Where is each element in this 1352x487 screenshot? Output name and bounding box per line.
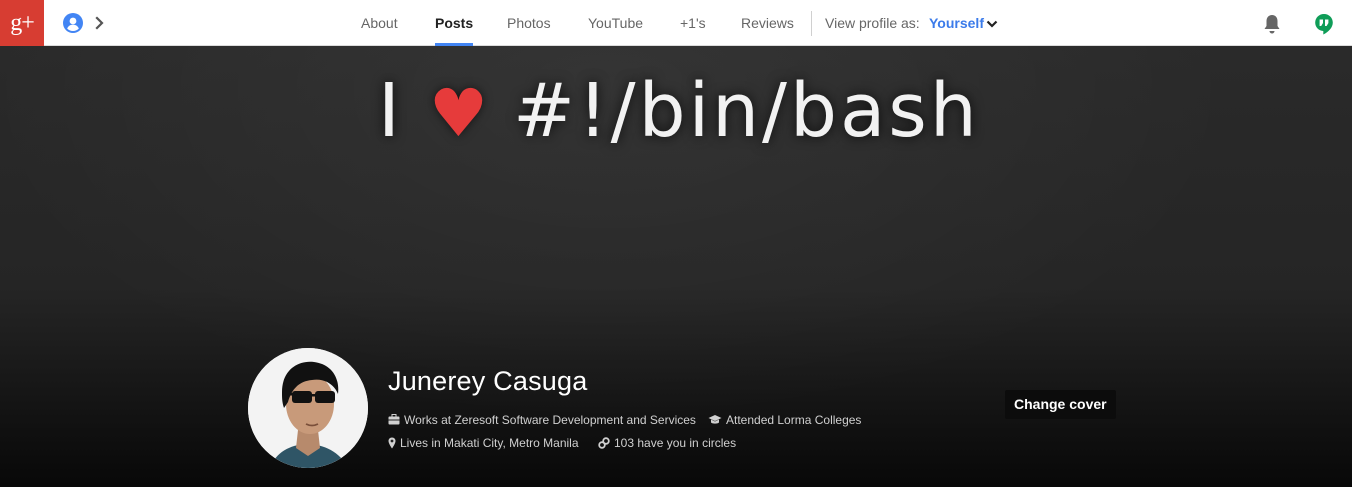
view-profile-as-dropdown[interactable]: Yourself [929, 0, 998, 46]
tab-plus-ones[interactable]: +1's [680, 0, 706, 46]
tab-posts[interactable]: Posts [435, 0, 474, 46]
top-bar: g+ About Posts Photos YouTube +1's Revie… [0, 0, 1352, 46]
education-text: Attended Lorma Colleges [726, 413, 862, 427]
account-icon[interactable] [63, 13, 83, 33]
tab-photos[interactable]: Photos [507, 0, 551, 46]
cover-slogan-suffix: #!/bin/bash [513, 68, 980, 154]
cover-slogan-prefix: I [378, 68, 403, 154]
work-info: Works at Zeresoft Software Development a… [388, 412, 696, 428]
map-pin-icon [388, 437, 396, 449]
tab-reviews[interactable]: Reviews [741, 0, 794, 46]
location-info: Lives in Makati City, Metro Manila [388, 435, 579, 451]
cover-slogan: I ♥ #!/bin/bash [378, 66, 980, 156]
education-info: Attended Lorma Colleges [708, 412, 861, 428]
hangouts-icon[interactable] [1314, 13, 1334, 35]
circles-info: 103 have you in circles [598, 435, 736, 451]
profile-name: Junerey Casuga [388, 366, 588, 396]
bell-icon[interactable] [1262, 13, 1282, 35]
google-plus-logo[interactable]: g+ [0, 0, 44, 46]
circles-text: 103 have you in circles [614, 436, 737, 450]
view-profile-as-value: Yourself [929, 15, 984, 31]
briefcase-icon [388, 414, 400, 425]
view-profile-as-label: View profile as: [825, 15, 920, 31]
avatar[interactable] [248, 348, 368, 468]
nav-divider [811, 11, 812, 36]
chevron-down-icon [986, 20, 998, 28]
chevron-right-icon[interactable] [94, 15, 106, 31]
tab-youtube[interactable]: YouTube [588, 0, 643, 46]
link-icon [598, 437, 610, 449]
work-text: Works at Zeresoft Software Development a… [404, 413, 696, 427]
tab-about[interactable]: About [361, 0, 398, 46]
graduation-cap-icon [708, 415, 722, 424]
cover-photo: I ♥ #!/bin/bash Junerey Casuga Works at … [0, 46, 1352, 487]
location-text: Lives in Makati City, Metro Manila [400, 436, 579, 450]
change-cover-button[interactable]: Change cover [1005, 390, 1116, 419]
heart-icon: ♥ [428, 75, 491, 152]
